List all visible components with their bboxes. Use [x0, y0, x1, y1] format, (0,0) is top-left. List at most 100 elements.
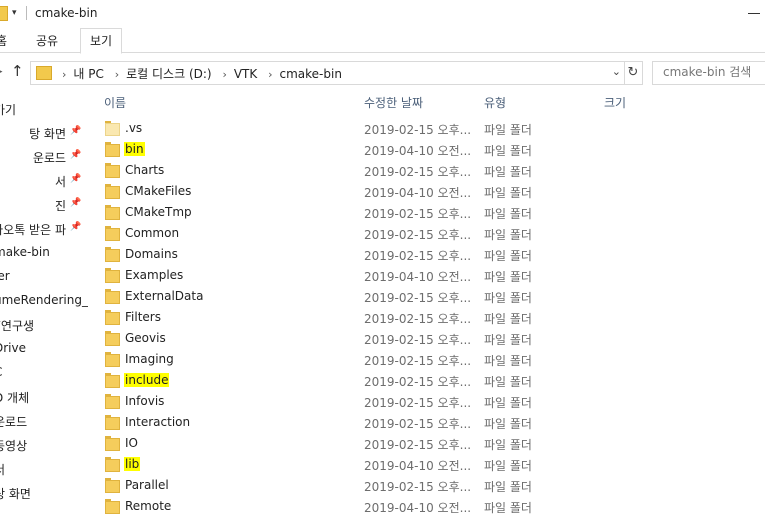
file-row[interactable]: Common 2019-02-15 오후... 파일 폴더: [100, 224, 764, 245]
sidebar-item[interactable]: ler: [0, 266, 88, 288]
sidebar-item-label: 탕 화면: [0, 487, 31, 501]
file-row[interactable]: IO 2019-02-15 오후... 파일 폴더: [100, 434, 764, 455]
folder-icon: [105, 415, 120, 430]
sidebar-item[interactable]: 카오톡 받은 파 📌: [0, 218, 88, 240]
file-row[interactable]: Filters 2019-02-15 오후... 파일 폴더: [100, 308, 764, 329]
sidebar-item[interactable]: 운로드: [0, 410, 88, 432]
folder-icon: [105, 373, 120, 388]
sidebar-item-label: D 개체: [0, 391, 30, 405]
chevron-down-icon[interactable]: ⌄: [612, 65, 621, 78]
breadcrumb-local-disk[interactable]: 로컬 디스크 (D:): [126, 67, 211, 81]
sidebar-item[interactable]: C: [0, 362, 88, 384]
file-type: 파일 폴더: [484, 186, 532, 200]
file-type: 파일 폴더: [484, 438, 532, 452]
tab-home[interactable]: 홈: [0, 32, 7, 49]
file-date: 2019-02-15 오후...: [364, 165, 472, 179]
quick-access-dropdown-icon[interactable]: ▾: [12, 9, 21, 18]
file-row[interactable]: CMakeFiles 2019-04-10 오전... 파일 폴더: [100, 182, 764, 203]
chevron-right-icon[interactable]: ›: [115, 68, 119, 81]
file-row[interactable]: Charts 2019-02-15 오후... 파일 폴더: [100, 161, 764, 182]
file-row[interactable]: Interaction 2019-02-15 오후... 파일 폴더: [100, 413, 764, 434]
file-date: 2019-04-10 오전...: [364, 501, 472, 515]
file-row[interactable]: Domains 2019-02-15 오후... 파일 폴더: [100, 245, 764, 266]
sidebar-item-label: ler: [0, 269, 10, 283]
chevron-right-icon[interactable]: ›: [222, 68, 226, 81]
sidebar-item[interactable]: umeRendering_V: [0, 290, 88, 312]
tab-share[interactable]: 공유: [36, 32, 58, 49]
column-header-size[interactable]: 크기: [604, 94, 626, 111]
file-type: 파일 폴더: [484, 396, 532, 410]
folder-icon: [105, 205, 120, 220]
file-name: CMakeTmp: [125, 205, 192, 219]
file-row[interactable]: .vs 2019-02-15 오후... 파일 폴더: [100, 119, 764, 140]
chevron-right-icon[interactable]: ›: [268, 68, 272, 81]
folder-icon: [105, 394, 120, 409]
sidebar-item[interactable]: 동영상: [0, 434, 88, 456]
sidebar-item[interactable]: 진 📌: [0, 194, 88, 216]
file-row[interactable]: ExternalData 2019-02-15 오후... 파일 폴더: [100, 287, 764, 308]
file-row[interactable]: Infovis 2019-02-15 오후... 파일 폴더: [100, 392, 764, 413]
sidebar-item[interactable]: 탕 화면: [0, 482, 88, 504]
sidebar-item[interactable]: make-bin: [0, 242, 88, 264]
file-row[interactable]: Remote 2019-04-10 오전... 파일 폴더: [100, 497, 764, 517]
pin-icon: 📌: [70, 198, 82, 208]
sidebar-item-label: Drive: [0, 341, 26, 355]
pin-icon: 📌: [70, 126, 82, 136]
file-date: 2019-02-15 오후...: [364, 249, 472, 263]
file-type: 파일 폴더: [484, 312, 532, 326]
file-name: IO: [125, 436, 138, 450]
file-name: Domains: [125, 247, 178, 261]
sidebar-item-label: F연구생: [0, 319, 35, 333]
breadcrumb-cmake-bin[interactable]: cmake-bin: [280, 67, 342, 81]
pin-icon: 📌: [70, 174, 82, 184]
navigation-pane: 가기탕 화면📌운로드📌서📌진📌카오톡 받은 파📌make-binlerumeRe…: [0, 98, 88, 517]
file-row[interactable]: lib 2019-04-10 오전... 파일 폴더: [100, 455, 764, 476]
file-type: 파일 폴더: [484, 333, 532, 347]
file-row[interactable]: CMakeTmp 2019-02-15 오후... 파일 폴더: [100, 203, 764, 224]
chevron-right-icon[interactable]: ›: [62, 68, 66, 81]
file-type: 파일 폴더: [484, 123, 532, 137]
forward-arrow-icon[interactable]: ▸: [0, 64, 3, 79]
file-type: 파일 폴더: [484, 249, 532, 263]
sidebar-item[interactable]: 탕 화면 📌: [0, 122, 88, 144]
sidebar-item-label: 동영상: [0, 439, 28, 453]
file-row[interactable]: Parallel 2019-02-15 오후... 파일 폴더: [100, 476, 764, 497]
search-input[interactable]: [663, 62, 763, 82]
tab-view[interactable]: 보기: [80, 28, 123, 54]
search-box[interactable]: [652, 61, 765, 85]
breadcrumb-this-pc[interactable]: 내 PC: [73, 67, 103, 81]
minimize-button[interactable]: [748, 13, 760, 14]
divider: [26, 6, 27, 20]
file-type: 파일 폴더: [484, 207, 532, 221]
file-row[interactable]: Geovis 2019-02-15 오후... 파일 폴더: [100, 329, 764, 350]
file-date: 2019-02-15 오후...: [364, 228, 472, 242]
column-header-date[interactable]: 수정한 날짜: [364, 94, 423, 111]
sidebar-item[interactable]: 가기: [0, 98, 88, 120]
column-header-type[interactable]: 유형: [484, 94, 506, 111]
sidebar-item[interactable]: F연구생: [0, 314, 88, 336]
refresh-icon[interactable]: ↻: [624, 61, 643, 85]
file-name: bin: [124, 142, 145, 156]
file-type: 파일 폴더: [484, 291, 532, 305]
file-row[interactable]: Imaging 2019-02-15 오후... 파일 폴더: [100, 350, 764, 371]
file-name: Interaction: [125, 415, 191, 429]
sidebar-item[interactable]: D 개체: [0, 386, 88, 408]
pin-icon: 📌: [70, 150, 82, 160]
file-row[interactable]: bin 2019-04-10 오전... 파일 폴더: [100, 140, 764, 161]
breadcrumb-vtk[interactable]: VTK: [234, 67, 257, 81]
folder-icon: [36, 66, 52, 80]
file-name: CMakeFiles: [125, 184, 192, 198]
address-bar[interactable]: › 내 PC › 로컬 디스크 (D:) › VTK › cmake-bin ⌄: [30, 61, 625, 85]
sidebar-item[interactable]: 서: [0, 458, 88, 480]
sidebar-item[interactable]: 서 📌: [0, 170, 88, 192]
file-name: ExternalData: [125, 289, 204, 303]
sidebar-item[interactable]: 운로드 📌: [0, 146, 88, 168]
file-row[interactable]: Examples 2019-04-10 오전... 파일 폴더: [100, 266, 764, 287]
up-arrow-icon[interactable]: ↑: [11, 62, 24, 80]
file-type: 파일 폴더: [484, 270, 532, 284]
sidebar-item[interactable]: Drive: [0, 338, 88, 360]
column-header-name[interactable]: 이름: [104, 94, 126, 111]
file-date: 2019-02-15 오후...: [364, 333, 472, 347]
file-row[interactable]: include 2019-02-15 오후... 파일 폴더: [100, 371, 764, 392]
navigation-bar: ▸ ↑ › 내 PC › 로컬 디스크 (D:) › VTK › cmake-bin ⌄…: [0, 58, 765, 86]
